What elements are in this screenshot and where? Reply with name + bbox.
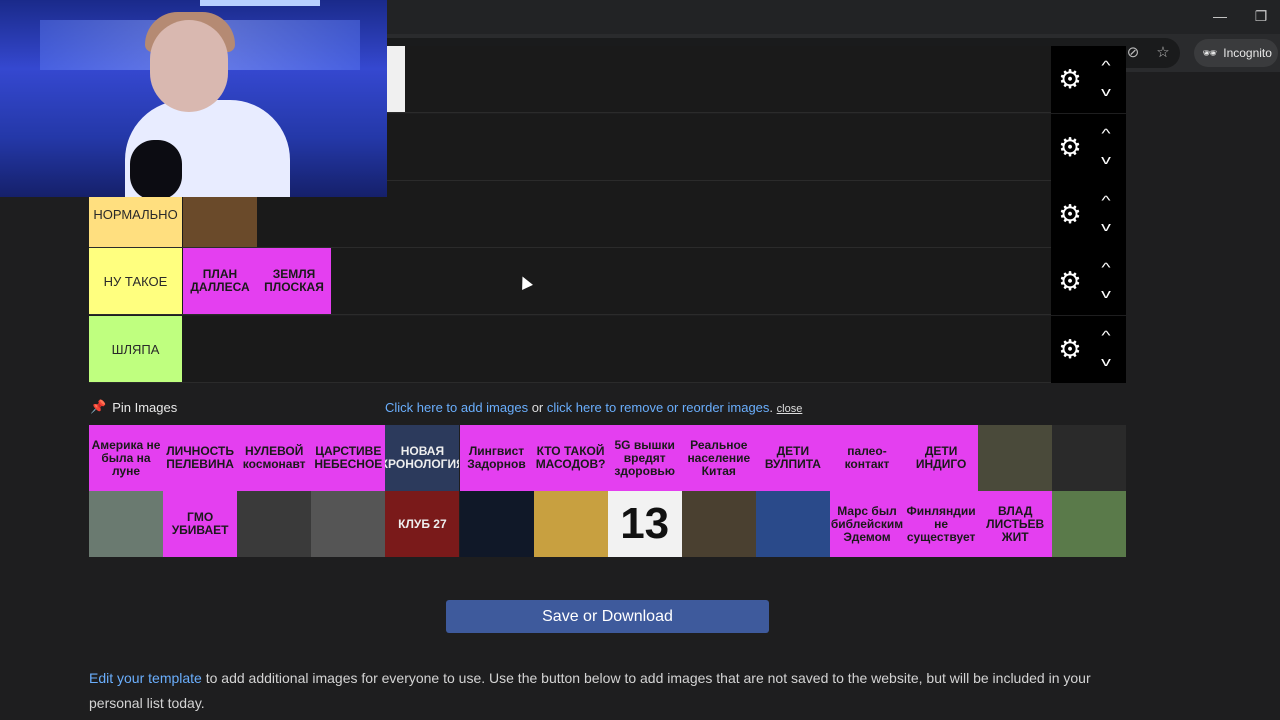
gear-icon[interactable]: ⚙: [1057, 268, 1083, 294]
incognito-label: Incognito: [1223, 46, 1272, 60]
add-images-link[interactable]: Click here to add images: [385, 400, 528, 415]
close-link[interactable]: close: [777, 403, 803, 415]
chevron-up-icon[interactable]: ^: [1091, 58, 1121, 74]
pin-images-heading: 📌 Pin Images: [90, 399, 178, 415]
pool-image[interactable]: КЛУБ 27: [385, 491, 460, 557]
pin-links: Click here to add images or click here t…: [385, 400, 803, 415]
pool-image[interactable]: ЦАРСТИВЕ НЕБЕСНОЕ: [311, 425, 386, 491]
gear-icon[interactable]: ⚙: [1057, 336, 1083, 362]
pool-image[interactable]: ДЕТИ ИНДИГО: [904, 425, 979, 491]
pool-image[interactable]: ГМО УБИВАЕТ: [163, 491, 238, 557]
pool-image[interactable]: [237, 491, 312, 557]
tier-item[interactable]: ПЛАН ДАЛЛЕСА: [183, 248, 257, 314]
pool-image[interactable]: [681, 491, 756, 557]
pool-image[interactable]: Америка не была на луне: [89, 425, 163, 491]
chevron-down-icon[interactable]: v: [1091, 354, 1121, 370]
tier-label[interactable]: ШЛЯПА: [89, 316, 182, 382]
pool-image[interactable]: КТО ТАКОЙ МАСОДОВ?: [533, 425, 608, 491]
gear-icon[interactable]: ⚙: [1057, 134, 1083, 160]
pin-icon: 📌: [90, 399, 107, 414]
restore-icon[interactable]: ❐: [1249, 6, 1273, 26]
pool-image[interactable]: ЛИЧНОСТЬ ПЕЛЕВИНА: [163, 425, 238, 491]
pool-image[interactable]: НУЛЕВОЙ космонавт: [237, 425, 312, 491]
pool-image[interactable]: [459, 491, 534, 557]
pool-image[interactable]: ДЕТИ ВУЛПИТА: [755, 425, 830, 491]
pool-image[interactable]: [89, 491, 163, 557]
tier-item[interactable]: ЗЕМЛЯ ПЛОСКАЯ: [257, 248, 331, 314]
gear-icon[interactable]: ⚙: [1057, 66, 1083, 92]
chevron-up-icon[interactable]: ^: [1091, 260, 1121, 276]
pool-image[interactable]: НОВАЯ ХРОНОЛОГИЯ: [385, 425, 460, 491]
pool-image[interactable]: [1052, 491, 1127, 557]
chevron-up-icon[interactable]: ^: [1091, 328, 1121, 344]
chevron-down-icon[interactable]: v: [1091, 152, 1121, 168]
pool-image[interactable]: [978, 425, 1053, 491]
incognito-badge[interactable]: 🕶 Incognito: [1194, 39, 1278, 67]
pool-image[interactable]: [311, 491, 386, 557]
tier-row: [89, 316, 1051, 383]
incognito-icon: 🕶: [1202, 46, 1218, 60]
save-download-button[interactable]: Save or Download: [446, 600, 769, 633]
remove-reorder-link[interactable]: click here to remove or reorder images: [547, 400, 770, 415]
webcam-overlay: [0, 0, 387, 197]
edit-template-link[interactable]: Edit your template: [89, 670, 202, 686]
pool-image[interactable]: Финляндии не существует: [904, 491, 979, 557]
chevron-down-icon[interactable]: v: [1091, 84, 1121, 100]
pool-image[interactable]: палео-контакт: [830, 425, 904, 491]
pool-image[interactable]: [1052, 425, 1127, 491]
chevron-up-icon[interactable]: ^: [1091, 193, 1121, 209]
pool-image[interactable]: [755, 491, 830, 557]
footer-text: Edit your template to add additional ima…: [89, 670, 1091, 711]
chevron-up-icon[interactable]: ^: [1091, 126, 1121, 142]
gear-icon[interactable]: ⚙: [1057, 201, 1083, 227]
pool-image[interactable]: 13: [607, 491, 682, 557]
chevron-down-icon[interactable]: v: [1091, 219, 1121, 235]
pool-image[interactable]: ВЛАД ЛИСТЬЕВ ЖИТ: [978, 491, 1053, 557]
star-icon[interactable]: ☆: [1152, 42, 1174, 64]
pool-image[interactable]: Лингвист Задорнов: [459, 425, 534, 491]
tier-label[interactable]: НУ ТАКОЕ: [89, 248, 182, 314]
pool-image[interactable]: [533, 491, 608, 557]
chevron-down-icon[interactable]: v: [1091, 286, 1121, 302]
minimize-icon[interactable]: —: [1208, 6, 1232, 26]
pool-image[interactable]: Реальное население Китая: [681, 425, 756, 491]
pool-image[interactable]: Марс был библейским Эдемом: [830, 491, 904, 557]
pool-image[interactable]: 5G вышки вредят здоровью: [607, 425, 682, 491]
